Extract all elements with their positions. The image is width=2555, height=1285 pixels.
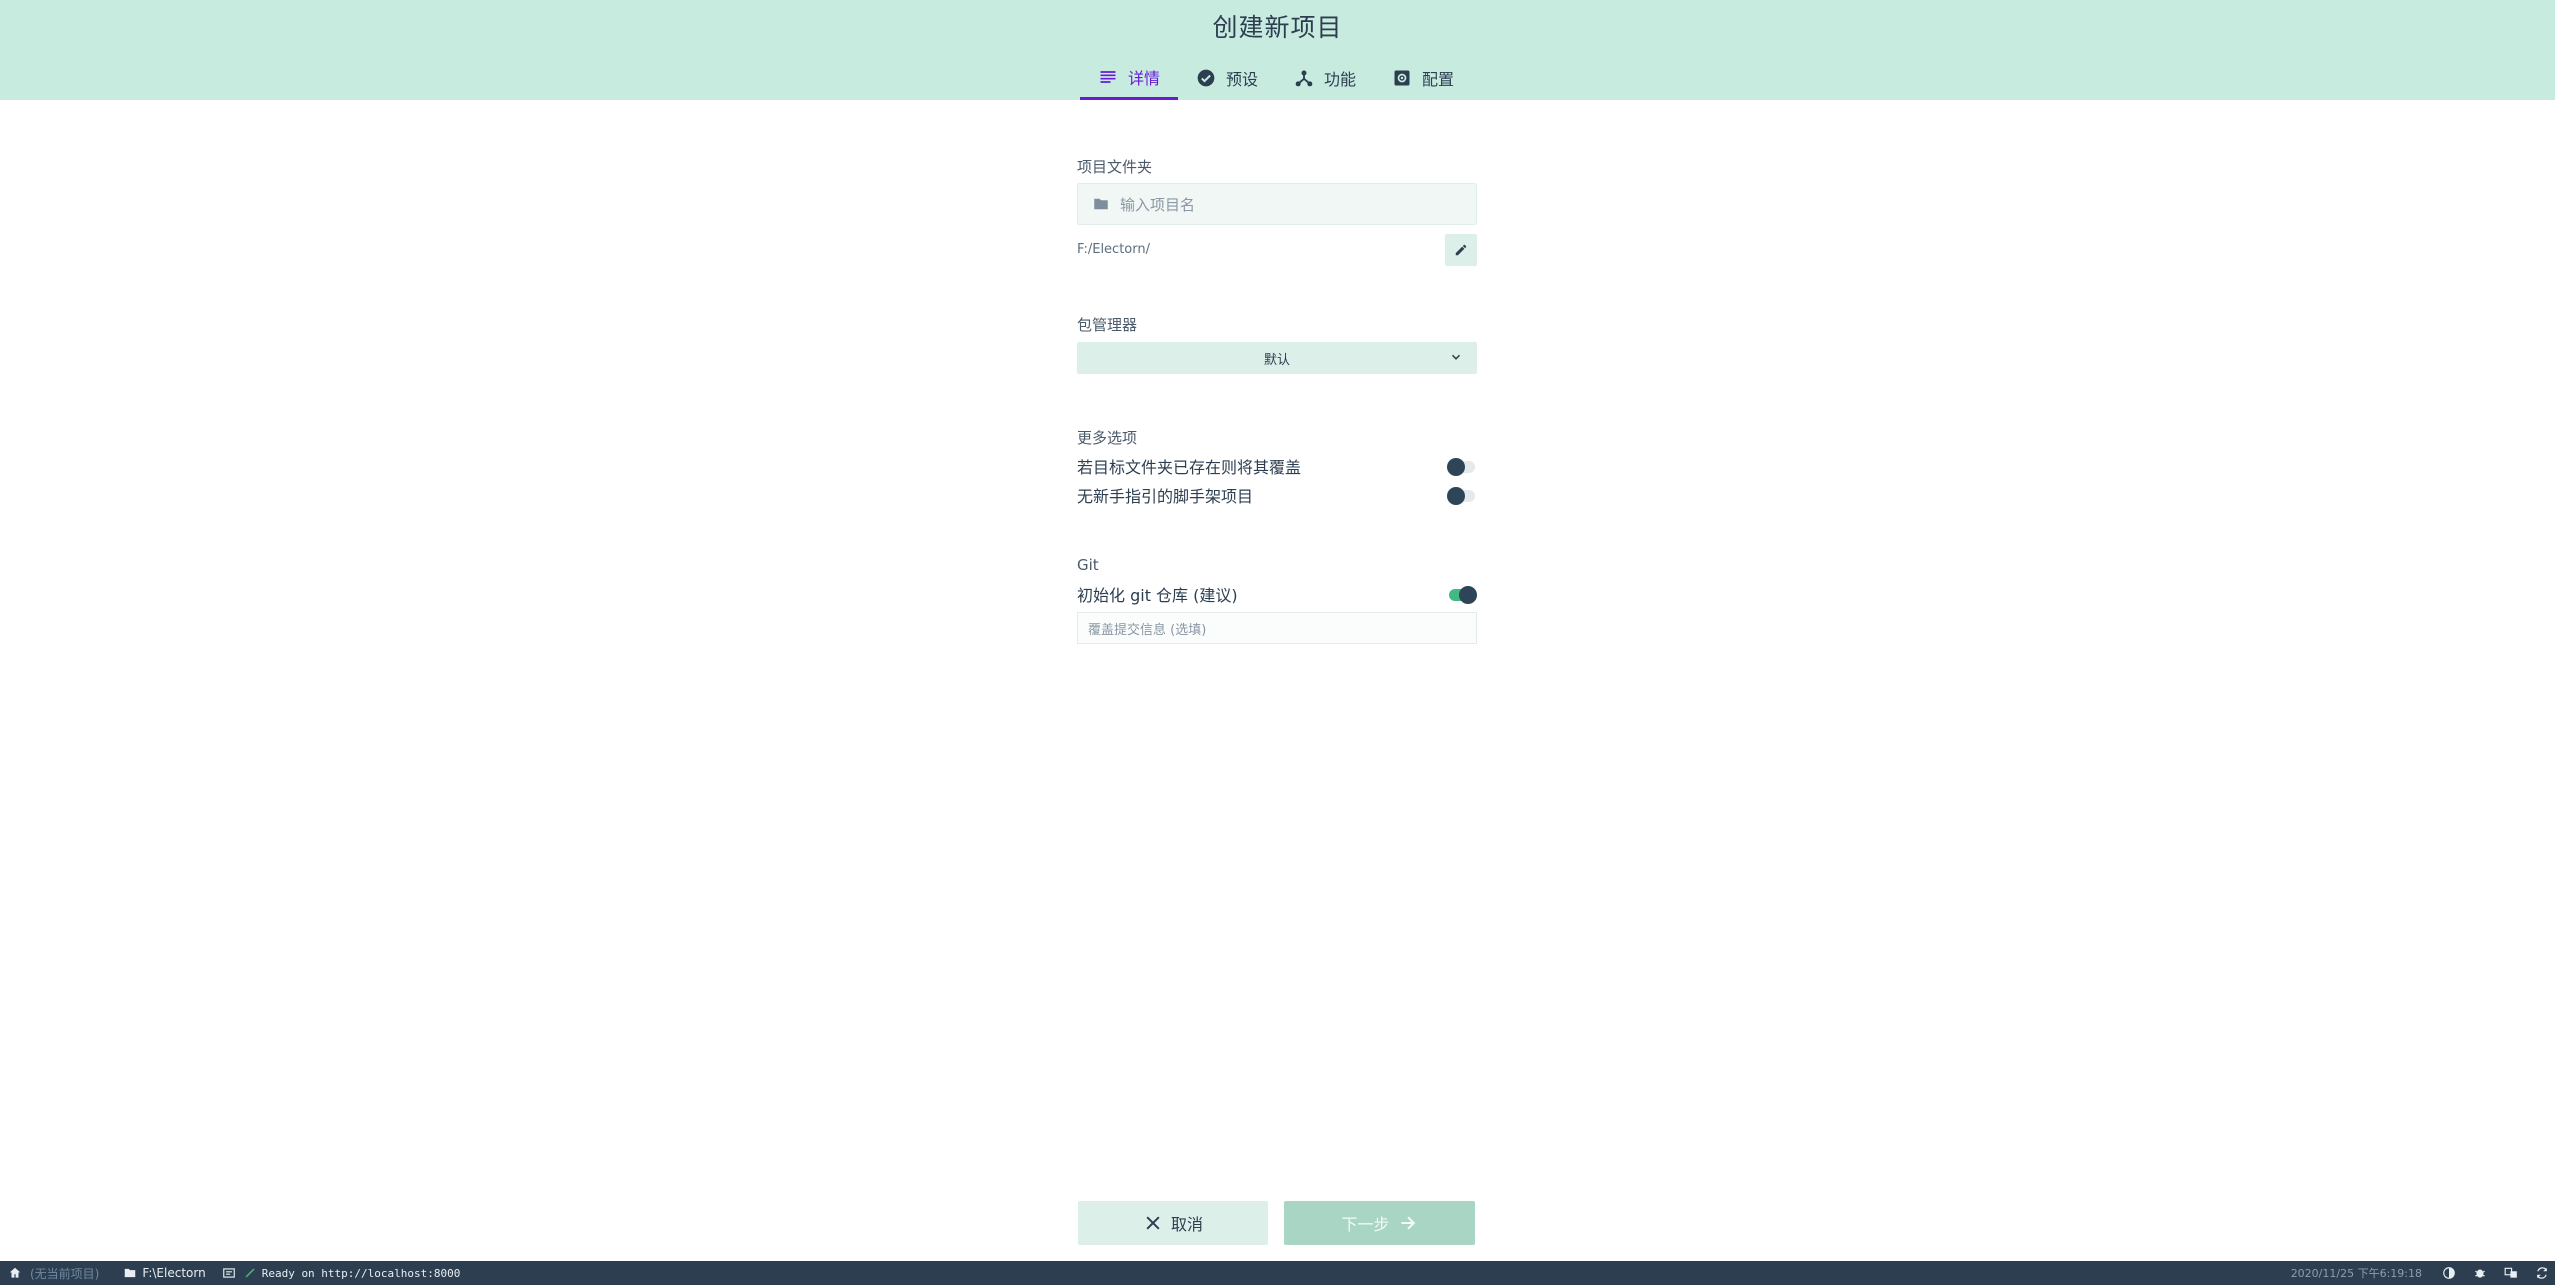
- page-title: 创建新项目: [1212, 13, 1343, 42]
- refresh-icon[interactable]: [2535, 1266, 2549, 1280]
- overwrite-toggle[interactable]: [1447, 456, 1477, 476]
- edit-path-button[interactable]: [1445, 234, 1477, 266]
- git-init-label: 初始化 git 仓库 (建议): [1077, 586, 1238, 605]
- list-icon: [1100, 70, 1116, 83]
- log-message: Ready on http://localhost:8000: [261, 1266, 461, 1280]
- option-git-init: 初始化 git 仓库 (建议): [1077, 582, 1477, 606]
- git-label: Git: [1077, 556, 1099, 574]
- more-options-label: 更多选项: [1077, 429, 1138, 447]
- console-icon: [222, 1268, 235, 1278]
- status-bar: (无当前项目) F:\Electorn Ready on http://loca…: [0, 1261, 2555, 1285]
- next-label: 下一步: [1341, 1215, 1390, 1234]
- pencil-icon: [1455, 244, 1467, 256]
- next-button[interactable]: 下一步: [1284, 1201, 1475, 1245]
- package-manager-label: 包管理器: [1077, 316, 1138, 334]
- cancel-label: 取消: [1170, 1215, 1203, 1234]
- translate-icon[interactable]: [2504, 1266, 2518, 1280]
- check-circle-icon: [1197, 69, 1215, 87]
- folder-icon: [1094, 198, 1108, 210]
- tab-details[interactable]: 详情: [1080, 56, 1179, 100]
- package-manager-value: 默认: [1263, 352, 1290, 368]
- tab-config[interactable]: 配置: [1374, 56, 1472, 100]
- chevron-down-icon: [1451, 354, 1461, 360]
- tab-label: 详情: [1128, 68, 1161, 88]
- tab-presets[interactable]: 预设: [1178, 56, 1276, 100]
- project-folder-label: 项目文件夹: [1077, 158, 1153, 176]
- folder-shortcut[interactable]: F:\Electorn: [123, 1266, 206, 1280]
- git-init-toggle[interactable]: [1447, 584, 1477, 604]
- cancel-button[interactable]: 取消: [1078, 1201, 1268, 1245]
- commit-message-input[interactable]: 覆盖提交信息 (选填): [1077, 612, 1477, 644]
- commit-message-placeholder: 覆盖提交信息 (选填): [1088, 622, 1207, 638]
- console-button[interactable]: [222, 1266, 236, 1280]
- option-label: 无新手指引的脚手架项目: [1077, 487, 1254, 506]
- settings-box-icon: [1394, 70, 1410, 86]
- statusbar-right: 2020/11/25 下午6:19:18: [2291, 1261, 2555, 1285]
- arrow-right-icon: [1400, 1216, 1415, 1230]
- step-tabs: 详情 预设 功能 配置: [1080, 56, 1472, 100]
- top-header: 创建新项目 详情 预设 功能 配置: [0, 0, 2555, 100]
- log-entry[interactable]: Ready on http://localhost:8000: [244, 1266, 461, 1280]
- package-manager-select[interactable]: 默认: [1077, 342, 1477, 374]
- current-project[interactable]: (无当前项目): [30, 1265, 99, 1282]
- bug-icon[interactable]: [2473, 1266, 2487, 1280]
- home-icon: [9, 1267, 21, 1278]
- project-path: F:/Electorn/: [1077, 242, 1150, 257]
- tab-label: 预设: [1226, 70, 1259, 89]
- option-no-guide: 无新手指引的脚手架项目: [1077, 483, 1477, 507]
- done-icon: [245, 1268, 255, 1278]
- option-label: 若目标文件夹已存在则将其覆盖: [1077, 458, 1302, 477]
- hub-icon: [1295, 70, 1313, 87]
- current-folder: F:\Electorn: [142, 1266, 206, 1280]
- tab-label: 配置: [1422, 70, 1455, 89]
- dark-mode-icon[interactable]: [2442, 1266, 2456, 1280]
- project-name-placeholder: 输入项目名: [1120, 195, 1196, 214]
- tab-label: 功能: [1324, 70, 1357, 89]
- tab-features[interactable]: 功能: [1276, 56, 1374, 100]
- home-button[interactable]: [8, 1266, 22, 1280]
- folder-icon: [125, 1268, 136, 1278]
- no-guide-toggle[interactable]: [1447, 485, 1477, 505]
- datetime: 2020/11/25 下午6:19:18: [2290, 1267, 2422, 1280]
- project-name-input[interactable]: 输入项目名: [1077, 183, 1477, 225]
- option-overwrite: 若目标文件夹已存在则将其覆盖: [1077, 454, 1477, 478]
- close-icon: [1146, 1216, 1160, 1230]
